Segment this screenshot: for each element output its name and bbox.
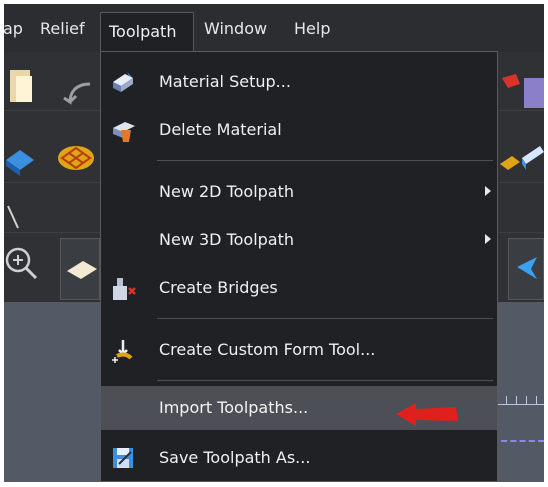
menu-item-new-2d-toolpath[interactable]: New 2D Toolpath xyxy=(101,170,497,214)
layer-icon xyxy=(67,261,97,279)
menu-separator xyxy=(157,160,493,161)
blue-arrow-icon xyxy=(517,257,537,279)
menu-item-create-bridges[interactable]: Create Bridges xyxy=(101,266,497,310)
menu-item-save-toolpath-as[interactable]: Save Toolpath As... xyxy=(101,436,497,480)
save-toolpath-icon xyxy=(113,448,133,468)
menu-map[interactable]: ap xyxy=(4,19,23,38)
zoom-icon[interactable] xyxy=(4,242,48,286)
annotation-arrow-icon xyxy=(396,403,458,426)
menu-item-new-3d-toolpath[interactable]: New 3D Toolpath xyxy=(101,218,497,262)
menu-relief[interactable]: Relief xyxy=(40,19,85,38)
undo-icon[interactable] xyxy=(60,78,100,112)
menu-separator xyxy=(157,380,493,381)
toolpath-line xyxy=(492,440,544,442)
menu-toolpath[interactable]: Toolpath xyxy=(100,12,194,56)
create-bridges-icon xyxy=(113,278,136,300)
submenu-arrow-icon xyxy=(485,186,491,196)
pen-icon[interactable] xyxy=(4,202,24,232)
submenu-arrow-icon xyxy=(485,234,491,244)
document-icon[interactable] xyxy=(4,64,34,108)
menu-help[interactable]: Help xyxy=(294,19,330,38)
menu-item-delete-material[interactable]: Delete Material xyxy=(101,108,497,152)
material-setup-icon xyxy=(113,72,133,92)
waffle-icon[interactable] xyxy=(54,138,100,178)
red-shape-icon[interactable] xyxy=(498,70,524,100)
component-icon[interactable] xyxy=(4,140,44,180)
menu-window[interactable]: Window xyxy=(204,19,267,38)
gold-block-icon[interactable] xyxy=(498,148,522,178)
menu-item-create-custom-form-tool[interactable]: Create Custom Form Tool... xyxy=(101,328,497,372)
delete-material-icon xyxy=(113,122,135,142)
custom-form-tool-icon xyxy=(112,340,133,363)
view-panel[interactable] xyxy=(60,238,100,300)
blue-book-icon[interactable] xyxy=(520,140,544,176)
ruler xyxy=(492,384,544,405)
menu-separator xyxy=(157,318,493,319)
menubar: ap Relief Toolpath Window Help xyxy=(4,4,544,56)
right-panel[interactable] xyxy=(508,238,544,300)
menu-item-material-setup[interactable]: Material Setup... xyxy=(101,60,497,104)
purple-panel-icon[interactable] xyxy=(522,74,544,114)
app-window: ap Relief Toolpath Window Help Material … xyxy=(4,4,544,482)
